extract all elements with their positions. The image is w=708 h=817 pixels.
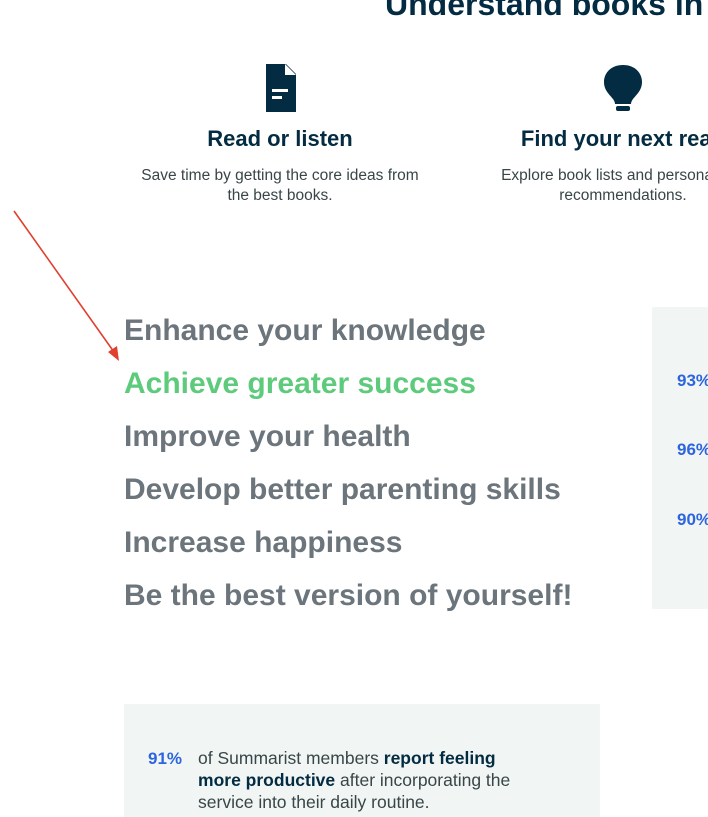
feature-title: Read or listen (207, 126, 353, 151)
feature-title: Find your next read (520, 126, 708, 151)
feature-find-next-read: Find your next read Explore book lists a… (478, 62, 708, 206)
document-icon (266, 64, 296, 112)
section-heading-clip: Understand books in few minutes (385, 0, 708, 22)
lightbulb-icon (604, 65, 642, 111)
stat-percent: 90% (677, 510, 708, 529)
headline-item[interactable]: Increase happiness (124, 516, 572, 569)
feature-description: Save time by getting the core ideas from… (141, 167, 419, 204)
bottom-stat: 91% of Summarist members report feeling … (148, 747, 538, 813)
feature-read-or-listen: Read or listen Save time by getting the … (135, 62, 425, 206)
headline-item-active[interactable]: Achieve greater success (124, 357, 572, 410)
headline-item[interactable]: Improve your health (124, 410, 572, 463)
headline-item[interactable]: Enhance your knowledge (124, 304, 572, 357)
feature-description: Explore book lists and personalized reco… (501, 167, 708, 204)
annotation-arrow-icon (13, 210, 119, 361)
stat-percent: 96% (677, 440, 708, 459)
headline-item[interactable]: Develop better parenting skills (124, 463, 572, 516)
section-heading: Understand books in few minutes (385, 0, 708, 22)
page-content: Read or listen Save time by getting the … (0, 0, 708, 817)
stat-text-before: of Summarist members (198, 748, 384, 768)
bottom-stat-panel: 91% of Summarist members report feeling … (124, 704, 600, 817)
stats-panel: 93% 96% 90% (652, 307, 708, 609)
stat-percent: 93% (677, 371, 708, 390)
stat-percent: 91% (148, 749, 183, 768)
headline-list: Enhance your knowledge Achieve greater s… (124, 304, 572, 622)
stat-text: of Summarist members report feeling more… (198, 747, 538, 813)
headline-item[interactable]: Be the best version of yourself! (124, 569, 572, 622)
